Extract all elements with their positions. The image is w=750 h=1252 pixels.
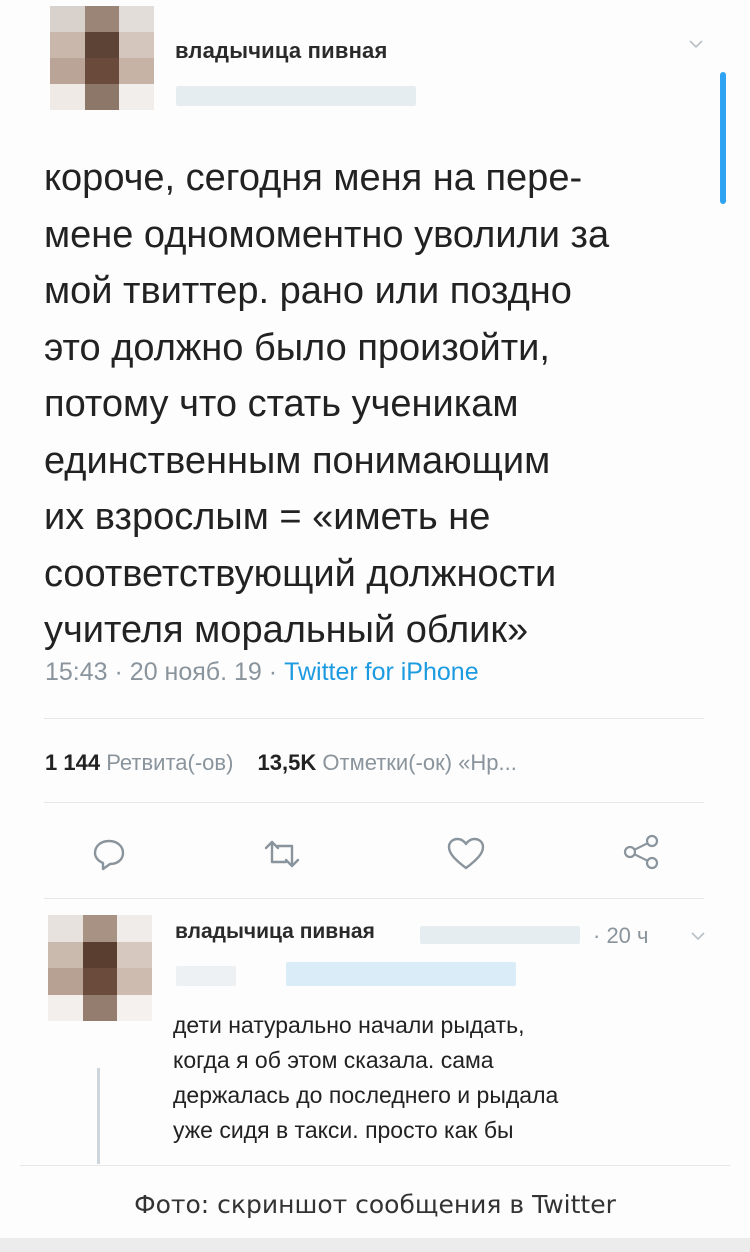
tweet-text-line: учителя моральный облик» bbox=[44, 609, 529, 651]
reply-text-line: дети натурально начали рыдать, bbox=[173, 1012, 525, 1038]
reply-text-line: когда я об этом сказала. сама bbox=[173, 1047, 494, 1073]
tweet-stats: 1 144 Ретвита(-ов) 13,5K Отметки(-ок) «Н… bbox=[45, 750, 517, 776]
extra-stat-label[interactable]: «Нр... bbox=[458, 750, 517, 775]
avatar[interactable] bbox=[50, 6, 154, 110]
likes-count[interactable]: 13,5K bbox=[258, 750, 317, 775]
tweet-text-line: короче, сегодня меня на пере- bbox=[44, 157, 583, 199]
photo-caption: Фото: скриншот сообщения в Twitter bbox=[134, 1190, 616, 1219]
tweet-text-line: единственным понимающим bbox=[44, 439, 551, 482]
tweet-text-line: мой твиттер. рано или поздно bbox=[44, 270, 572, 312]
divider bbox=[44, 898, 704, 899]
tweet-text-line: это должно было произойти, bbox=[44, 326, 550, 369]
blurred-reply-to bbox=[176, 966, 236, 986]
separator: · bbox=[114, 658, 123, 686]
chevron-down-icon[interactable] bbox=[688, 36, 704, 52]
reply-author-name[interactable]: владычица пивная bbox=[175, 920, 375, 944]
screenshot-frame: владычица пивная короче, сегодня меня на… bbox=[0, 0, 750, 1252]
reply-text: дети натурально начали рыдать, когда я о… bbox=[173, 1008, 558, 1148]
bottom-bar bbox=[0, 1238, 750, 1252]
thread-line bbox=[97, 1068, 100, 1164]
retweets-label[interactable]: Ретвита(-ов) bbox=[106, 750, 233, 775]
author-name[interactable]: владычица пивная bbox=[175, 38, 388, 64]
tweet-text: короче, сегодня меня на пере- мене одном… bbox=[44, 150, 724, 659]
divider bbox=[20, 1165, 730, 1166]
reply-avatar[interactable] bbox=[48, 915, 152, 1021]
blurred-reply-to-link bbox=[286, 962, 516, 986]
heart-icon[interactable] bbox=[446, 836, 486, 872]
reply-time[interactable]: · 20 ч bbox=[593, 923, 648, 949]
tweet-text-line: мене одномоментно уволили за bbox=[44, 213, 610, 256]
separator: · bbox=[268, 658, 278, 686]
blurred-handle bbox=[420, 926, 580, 944]
tweet-date: 20 нояб. 19 bbox=[129, 658, 262, 686]
tweet-meta: 15:43 · 20 нояб. 19 · Twitter for iPhone bbox=[45, 658, 479, 687]
divider bbox=[44, 718, 704, 719]
share-icon[interactable] bbox=[620, 832, 662, 872]
tweet-text-line: их взрослым = «иметь не bbox=[44, 496, 491, 538]
reply-icon[interactable] bbox=[91, 836, 127, 872]
tweet-text-line: соответствующий должности bbox=[44, 552, 557, 595]
retweet-icon[interactable] bbox=[260, 838, 304, 870]
blurred-handle bbox=[176, 86, 416, 106]
likes-label[interactable]: Отметки(-ок) bbox=[322, 750, 452, 775]
tweet-source-link[interactable]: Twitter for iPhone bbox=[284, 658, 479, 686]
retweets-count[interactable]: 1 144 bbox=[45, 750, 100, 775]
tweet-time: 15:43 bbox=[45, 658, 108, 686]
divider bbox=[44, 802, 704, 803]
reply-text-line: уже сидя в такси. просто как бы bbox=[173, 1117, 514, 1143]
tweet-text-line: потому что стать ученикам bbox=[44, 383, 519, 425]
reply-text-line: держалась до последнего и рыдала bbox=[173, 1082, 559, 1108]
chevron-down-icon[interactable] bbox=[690, 928, 706, 944]
